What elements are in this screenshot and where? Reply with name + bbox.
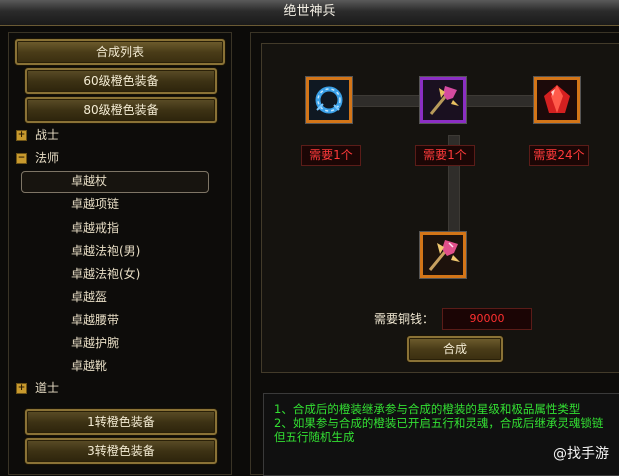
description-line-2: 2、如果参与合成的橙装已开启五行和灵魂，合成后继承灵魂锁链但五行随机生成 bbox=[274, 416, 604, 444]
material-slot-ring[interactable] bbox=[306, 77, 352, 123]
list-item[interactable]: 卓越护腕 bbox=[71, 332, 119, 354]
material-slot-staff[interactable] bbox=[420, 77, 466, 123]
selected-item-highlight bbox=[21, 171, 209, 193]
result-staff-icon bbox=[423, 235, 463, 275]
craft-description-box: 1、合成后的橙装继承参与合成的橙装的星级和极品属性类型 2、如果参与合成的橙装已… bbox=[263, 393, 619, 476]
description-line-1: 1、合成后的橙装继承参与合成的橙装的星级和极品属性类型 bbox=[274, 402, 581, 416]
window-title: 绝世神兵 bbox=[0, 0, 619, 26]
group-80-orange-button[interactable]: 80级橙色装备 bbox=[25, 97, 217, 123]
group-1-rebirth-orange-button[interactable]: 1转橙色装备 bbox=[25, 409, 217, 435]
class-warrior-label: 战士 bbox=[35, 128, 60, 142]
result-slot[interactable] bbox=[420, 232, 466, 278]
material-slot-gem[interactable] bbox=[534, 77, 580, 123]
class-warrior[interactable]: + 战士 bbox=[16, 125, 60, 145]
craft-list-panel: 合成列表 60级橙色装备 80级橙色装备 + 战士 − 法师 卓越杖 卓越项链 … bbox=[8, 32, 232, 475]
craft-button[interactable]: 合成 bbox=[407, 336, 503, 362]
list-item[interactable]: 卓越项链 bbox=[71, 193, 119, 215]
group-3-rebirth-orange-button[interactable]: 3转橙色装备 bbox=[25, 438, 217, 464]
class-mage-label: 法师 bbox=[35, 151, 60, 165]
list-item[interactable]: 卓越盔 bbox=[71, 286, 107, 308]
class-taoist[interactable]: + 道士 bbox=[16, 378, 60, 398]
craft-list-header-button[interactable]: 合成列表 bbox=[15, 39, 225, 65]
watermark: @找手游 bbox=[553, 446, 609, 462]
class-taoist-label: 道士 bbox=[35, 381, 60, 395]
craft-panel: 需要1个 需要1个 需要24个 需要铜钱： 90000 合成 1、合成后的橙装继… bbox=[250, 32, 619, 476]
expand-plus-icon[interactable]: + bbox=[16, 383, 27, 394]
blue-ring-icon bbox=[309, 80, 349, 120]
class-mage[interactable]: − 法师 bbox=[16, 148, 60, 168]
list-item[interactable]: 卓越法袍(男) bbox=[71, 240, 140, 262]
list-item[interactable]: 卓越腰带 bbox=[71, 309, 119, 331]
cost-value: 90000 bbox=[442, 308, 532, 330]
craft-recipe-area: 需要1个 需要1个 需要24个 需要铜钱： 90000 合成 bbox=[261, 43, 619, 373]
cost-label: 需要铜钱： bbox=[374, 312, 435, 326]
requirement-ring: 需要1个 bbox=[301, 145, 361, 166]
list-item[interactable]: 卓越法袍(女) bbox=[71, 263, 140, 285]
requirement-staff: 需要1个 bbox=[415, 145, 475, 166]
collapse-minus-icon[interactable]: − bbox=[16, 153, 27, 164]
list-item[interactable]: 卓越杖 bbox=[71, 170, 107, 192]
purple-staff-icon bbox=[423, 80, 463, 120]
list-item[interactable]: 卓越靴 bbox=[71, 355, 107, 377]
group-60-orange-button[interactable]: 60级橙色装备 bbox=[25, 68, 217, 94]
list-item[interactable]: 卓越戒指 bbox=[71, 217, 119, 239]
requirement-gem: 需要24个 bbox=[529, 145, 589, 166]
red-gem-icon bbox=[537, 80, 577, 120]
expand-plus-icon[interactable]: + bbox=[16, 130, 27, 141]
